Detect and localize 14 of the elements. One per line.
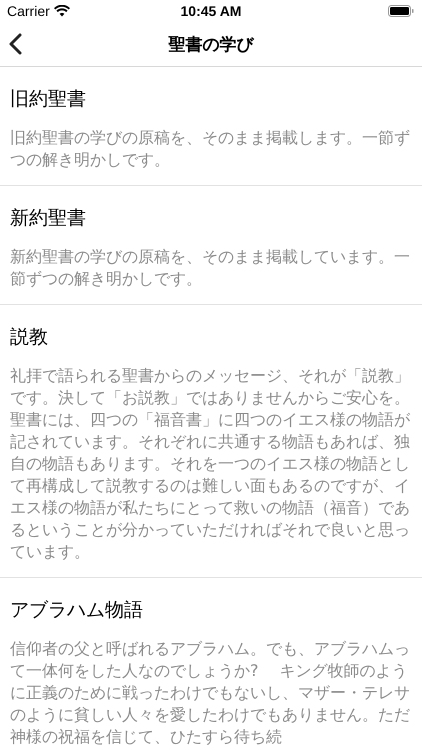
section-description: 新約聖書の学びの原稿を、そのまま掲載しています。一節ずつの解き明かしです。 [10,246,411,290]
section-description: 旧約聖書の学びの原稿を、そのまま掲載します。一節ずつの解き明かしです。 [10,127,411,171]
section-title[interactable]: アブラハム物語 [10,598,412,622]
status-time: 10:45 AM [180,3,242,19]
section-description: 礼拝で語られる聖書からのメッセージ、それが「説教」です。決して「お説教」ではありませんからご安心を。聖書には、四つの「福音書」に四つのイエス様の物語が記されています。それぞれに共通する物語もあれば、独自の物語もあります。それを一つのイエス様の物語として再構成して説教するのは難しい面もあるのですが、イエス様の物語が私たちにとって救いの物語（福音）であるということが分かっていただければそれで良いと思っています。 [10,365,412,563]
section-title[interactable]: 旧約聖書 [10,87,412,111]
carrier-label: Carrier [7,3,50,19]
battery-icon [388,5,414,17]
nav-title: 聖書の学び [168,34,254,56]
back-icon[interactable] [8,33,22,55]
section-title[interactable]: 説教 [10,325,412,349]
section-title[interactable]: 新約聖書 [10,206,412,230]
section-description: 信仰者の父と呼ばれるアブラハム。でも、アブラハムって一体何をした人なのでしょうか? キング牧師のように正義のために戦ったわけでもないし、マザー・テレサのように貧しい人々を愛したわけでもありません。ただ神様の祝福を信じて、ひたすら待ち続 [10,638,411,748]
wifi-icon [54,5,70,17]
